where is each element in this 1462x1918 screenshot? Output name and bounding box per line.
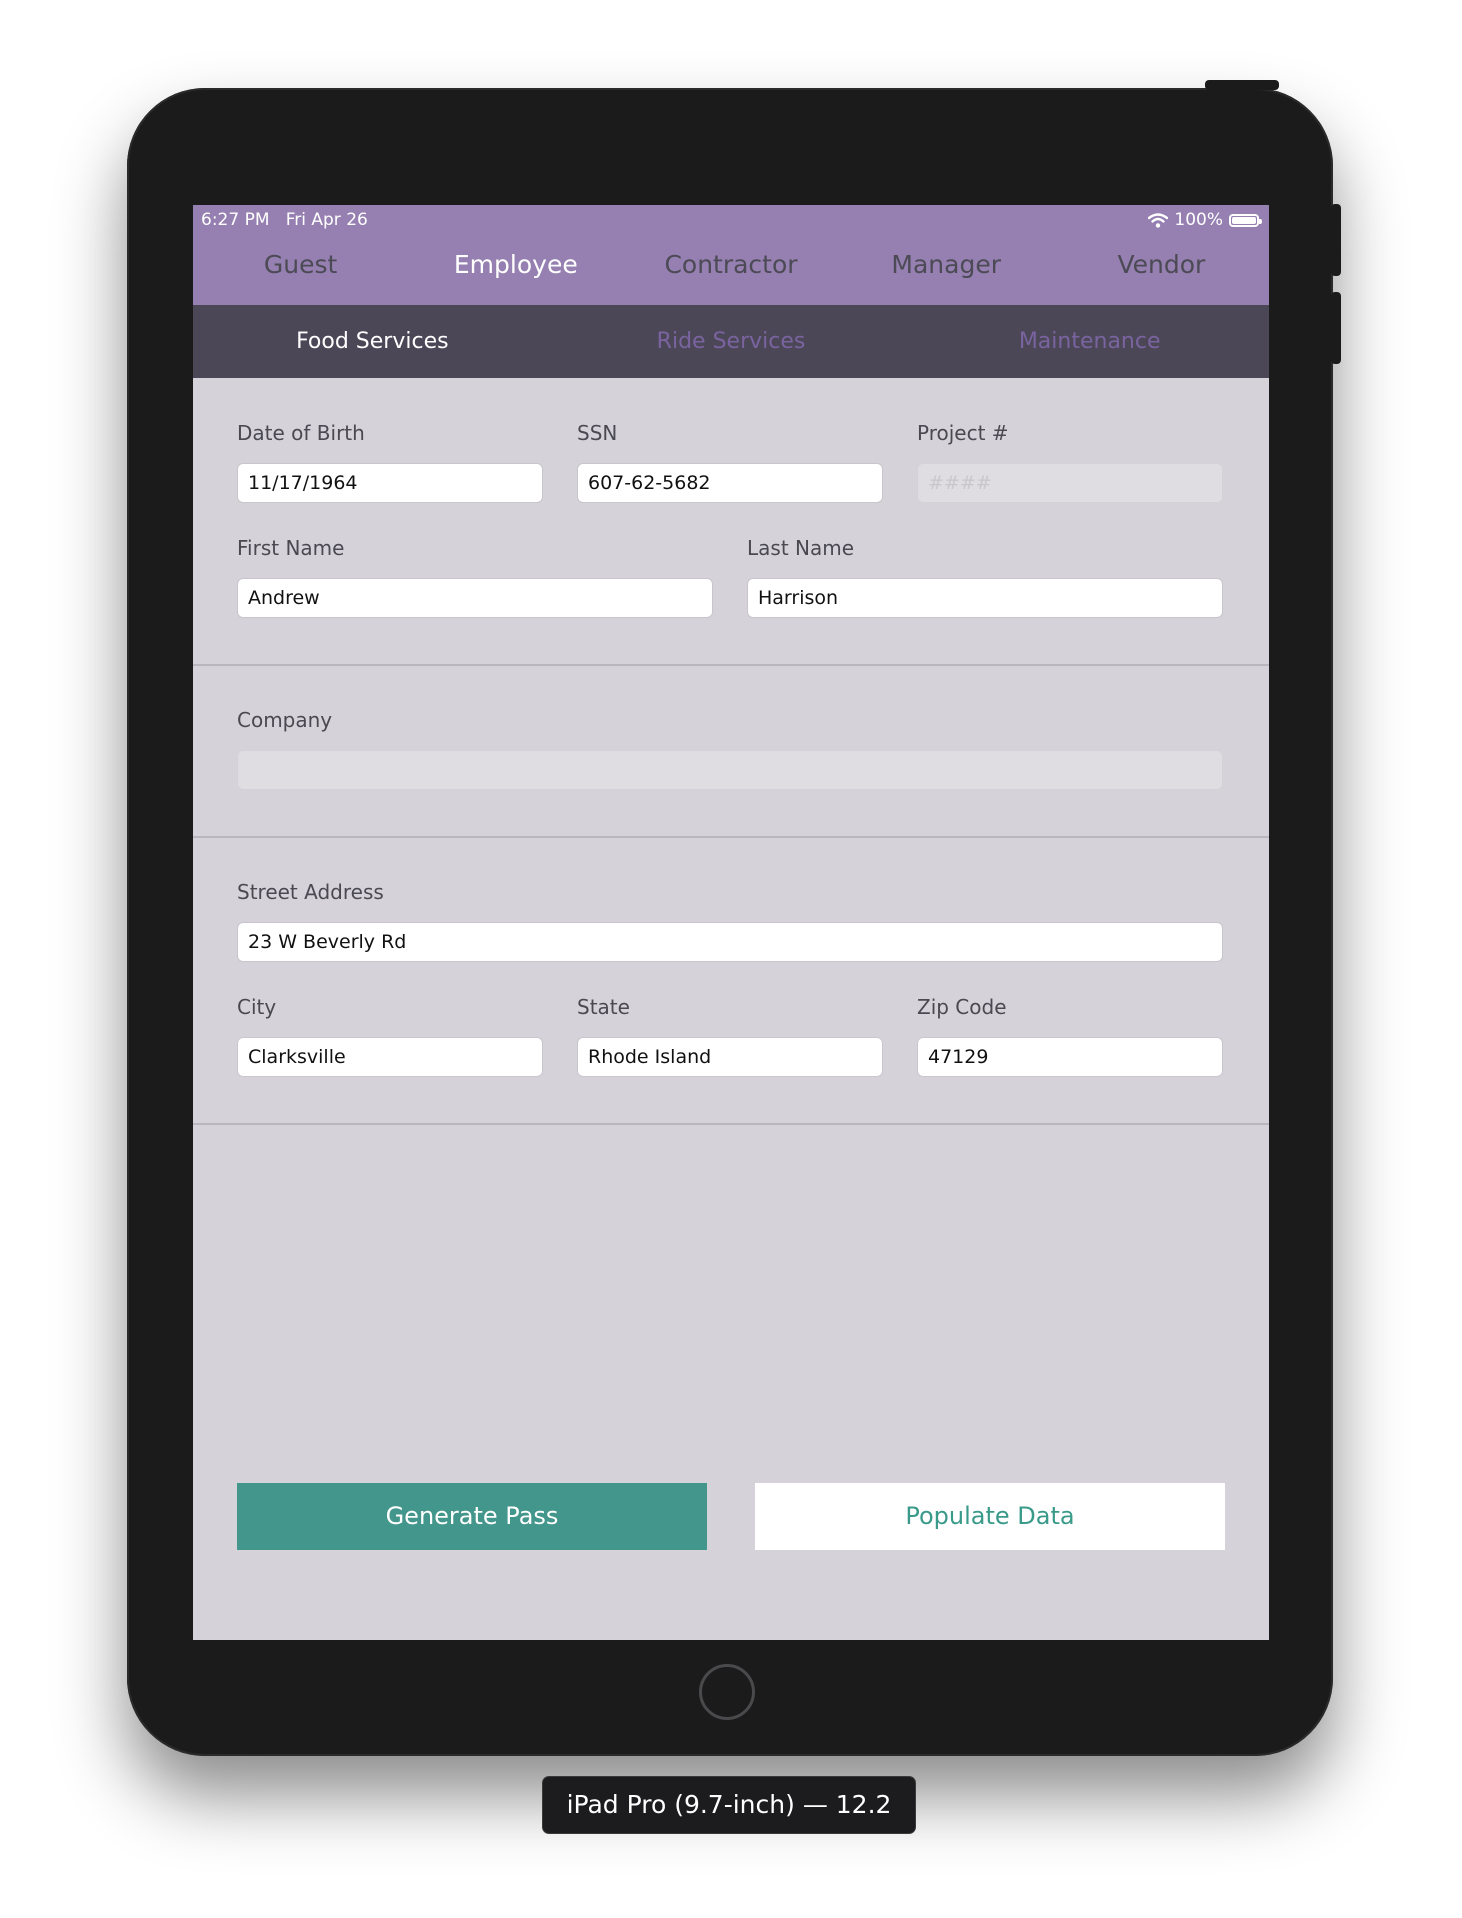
status-time: 6:27 PM Fri Apr 26: [201, 210, 368, 230]
first-name-label: First Name: [237, 536, 345, 560]
power-button: [1205, 80, 1279, 90]
last-name-label: Last Name: [747, 536, 855, 560]
project-field[interactable]: ####: [917, 463, 1223, 503]
wifi-icon: [1148, 212, 1169, 228]
dob-field[interactable]: 11/17/1964: [237, 463, 543, 503]
first-name-field[interactable]: Andrew: [237, 578, 713, 618]
app-screen: 6:27 PM Fri Apr 26 100% Guest Employee C…: [193, 205, 1269, 1640]
zip-field[interactable]: 47129: [917, 1037, 1223, 1077]
company-label: Company: [237, 708, 333, 732]
populate-data-button[interactable]: Populate Data: [755, 1483, 1225, 1550]
ssn-label: SSN: [577, 421, 618, 445]
section-divider: [193, 664, 1269, 666]
street-field[interactable]: 23 W Beverly Rd: [237, 922, 1223, 962]
home-button[interactable]: [699, 1664, 755, 1720]
tab-vendor[interactable]: Vendor: [1054, 235, 1269, 305]
dob-label: Date of Birth: [237, 421, 365, 445]
volume-up-button: [1331, 204, 1341, 276]
project-label: Project #: [917, 421, 1009, 445]
status-bar: 6:27 PM Fri Apr 26 100%: [193, 205, 1269, 235]
state-field[interactable]: Rhode Island: [577, 1037, 883, 1077]
battery-icon: [1229, 213, 1262, 227]
battery-percent: 100%: [1174, 210, 1223, 230]
tab-ride-services[interactable]: Ride Services: [552, 305, 911, 378]
tab-manager[interactable]: Manager: [839, 235, 1054, 305]
tab-guest[interactable]: Guest: [193, 235, 408, 305]
section-divider: [193, 1123, 1269, 1125]
status-right: 100%: [1148, 210, 1262, 230]
device-caption: iPad Pro (9.7-inch) — 12.2: [543, 1777, 915, 1833]
city-field[interactable]: Clarksville: [237, 1037, 543, 1077]
last-name-field[interactable]: Harrison: [747, 578, 1223, 618]
volume-down-button: [1331, 292, 1341, 364]
street-label: Street Address: [237, 880, 384, 904]
tab-contractor[interactable]: Contractor: [623, 235, 838, 305]
section-divider: [193, 836, 1269, 838]
subtype-tabs: Food Services Ride Services Maintenance: [193, 305, 1269, 378]
city-label: City: [237, 995, 277, 1019]
company-field[interactable]: [237, 750, 1223, 790]
tab-food-services[interactable]: Food Services: [193, 305, 552, 378]
tab-employee[interactable]: Employee: [408, 235, 623, 305]
zip-label: Zip Code: [917, 995, 1007, 1019]
state-label: State: [577, 995, 630, 1019]
tab-maintenance[interactable]: Maintenance: [910, 305, 1269, 378]
entrant-tabs: Guest Employee Contractor Manager Vendor: [193, 235, 1269, 305]
ssn-field[interactable]: 607-62-5682: [577, 463, 883, 503]
generate-pass-button[interactable]: Generate Pass: [237, 1483, 707, 1550]
